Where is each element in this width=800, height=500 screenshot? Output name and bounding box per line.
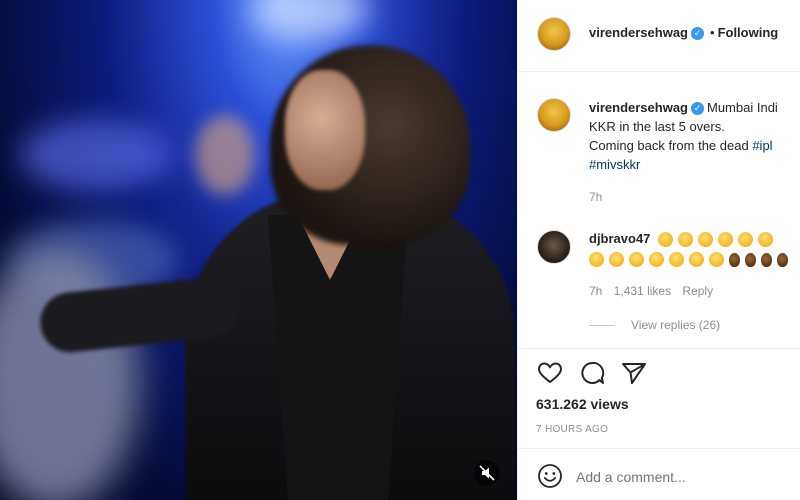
caption-line-3-text: Coming back from the dead <box>589 138 749 153</box>
paper-plane-icon[interactable] <box>620 359 648 387</box>
emoji-icon <box>589 252 604 268</box>
views-count[interactable]: 631.262 views <box>536 395 629 414</box>
replies-divider <box>589 325 615 326</box>
post-header: virendersehwag ✓ • Following <box>589 23 778 42</box>
post-video[interactable] <box>0 0 517 500</box>
main-figure-face <box>285 70 365 190</box>
following-button[interactable]: Following <box>718 25 779 40</box>
emoji-icon <box>698 232 714 248</box>
emoji-icon <box>718 232 734 248</box>
emoji-icon <box>729 252 740 267</box>
comment-line-2 <box>589 249 793 268</box>
comment-username[interactable]: djbravo47 <box>589 231 650 246</box>
post-author-username[interactable]: virendersehwag <box>589 25 688 40</box>
divider <box>518 448 800 449</box>
smiley-icon[interactable] <box>536 462 564 490</box>
comment-meta: 7h 1,431 likes Reply <box>589 282 713 301</box>
emoji-icon <box>629 252 644 268</box>
view-replies-link[interactable]: View replies (26) <box>631 316 720 335</box>
emoji-icon <box>689 252 704 268</box>
caption: virendersehwag ✓ Mumbai Indi <box>589 98 778 117</box>
hashtag-link[interactable]: #mivskkr <box>589 155 640 174</box>
comment-likes[interactable]: 1,431 likes <box>614 284 671 298</box>
caption-line-1: Mumbai Indi <box>707 100 778 115</box>
stage-light <box>20 120 170 190</box>
divider <box>518 348 800 349</box>
caption-timestamp: 7h <box>589 190 603 204</box>
caption-line-2: KKR in the last 5 overs. <box>589 119 725 134</box>
verified-badge-icon: ✓ <box>691 102 704 116</box>
hashtag-link[interactable]: #ipl <box>752 138 772 153</box>
emoji-icon <box>649 252 664 268</box>
header-dot: • <box>710 25 715 40</box>
speaker-muted-icon[interactable] <box>474 460 500 486</box>
emoji-row <box>658 231 778 248</box>
emoji-icon <box>761 252 772 267</box>
emoji-icon <box>709 252 724 268</box>
emoji-icon <box>777 252 788 267</box>
comment-line-1: djbravo47 <box>589 229 778 248</box>
heart-icon[interactable] <box>536 359 564 387</box>
caption-line-3: Coming back from the dead #ipl <box>589 136 773 155</box>
emoji-icon <box>738 232 754 248</box>
post-side-panel: virendersehwag ✓ • Following virendersehwag… <box>517 0 800 500</box>
avatar[interactable] <box>537 230 571 264</box>
verified-badge-icon: ✓ <box>691 27 704 41</box>
comment-bubble-icon[interactable] <box>578 359 606 387</box>
comment-timestamp: 7h <box>589 284 603 298</box>
emoji-icon <box>669 252 684 268</box>
avatar[interactable] <box>537 98 571 132</box>
emoji-icon <box>658 232 674 248</box>
caption-username[interactable]: virendersehwag <box>589 100 688 115</box>
hashtag-link-text[interactable]: #mivskkr <box>589 157 640 172</box>
emoji-icon <box>678 232 694 248</box>
avatar[interactable] <box>537 17 571 51</box>
emoji-icon <box>609 252 624 268</box>
stage-light <box>250 0 370 40</box>
reply-button[interactable]: Reply <box>682 284 713 298</box>
emoji-icon <box>745 252 756 267</box>
post-date[interactable]: 7 HOURS AGO <box>536 420 608 439</box>
divider <box>518 71 800 72</box>
background-person <box>195 115 255 195</box>
comment-input[interactable] <box>576 466 786 488</box>
emoji-icon <box>758 232 774 248</box>
